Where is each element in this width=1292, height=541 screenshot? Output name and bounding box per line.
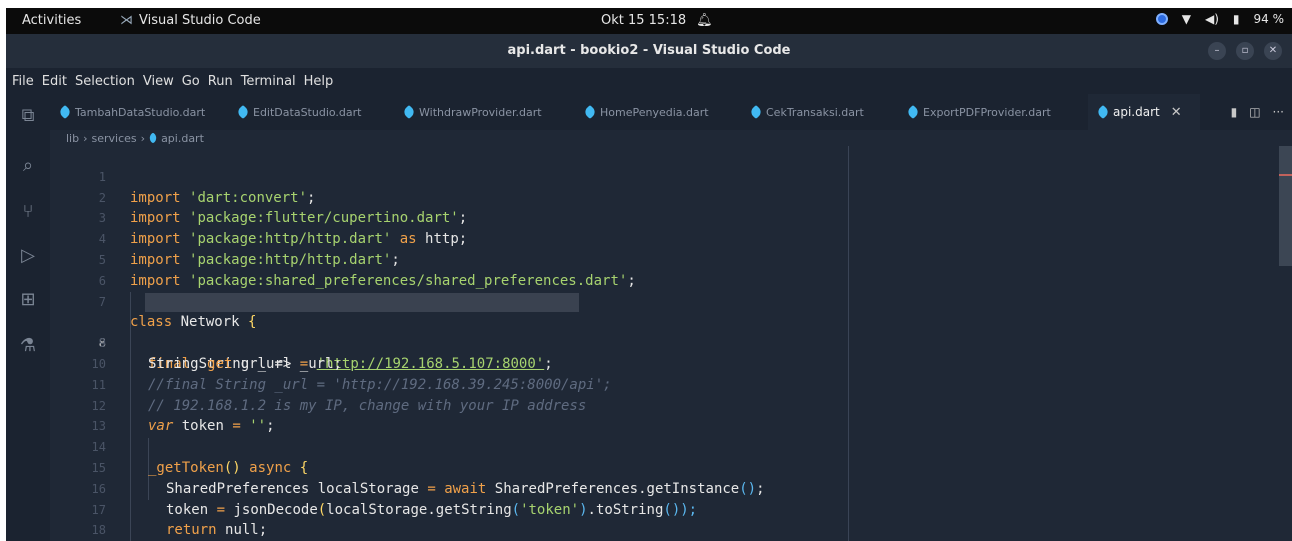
code-line[interactable]: 3 import 'package:http/http.dart' as htt… (50, 188, 1280, 247)
tab-label: HomePenyedia.dart (600, 105, 709, 119)
code-line[interactable]: 15 SharedPreferences localStorage = awai… (50, 437, 1280, 497)
tab-withdrawprovider[interactable]: WithdrawProvider.dart (394, 94, 575, 130)
explorer-icon[interactable]: ⧉ (16, 104, 40, 128)
dart-file-icon (401, 104, 417, 120)
dart-file-icon (905, 104, 921, 120)
code-line-current[interactable]: 8 final String _url = 'http://192.168.5.… (50, 292, 1280, 372)
editor-tab-bar: TambahDataStudio.dart EditDataStudio.dar… (50, 94, 1292, 130)
notification-bell-icon: 🔔︎ (696, 13, 713, 28)
run-file-icon[interactable]: ▮ (1231, 105, 1238, 119)
breadcrumb-item-lib[interactable]: lib (66, 132, 79, 145)
system-top-bar: Activities ⋊ Visual Studio Code Okt 15 1… (6, 8, 1292, 34)
menu-help[interactable]: Help (304, 74, 334, 89)
editor-ruler (848, 146, 849, 541)
activities-button[interactable]: Activities (22, 13, 81, 28)
breadcrumb-separator-icon: › (83, 131, 88, 145)
breadcrumb-item-file[interactable]: api.dart (161, 132, 204, 145)
vertical-scrollbar[interactable] (1279, 146, 1292, 266)
menu-selection[interactable]: Selection (75, 74, 135, 89)
code-line[interactable]: 12 var token = ''; (50, 375, 1280, 435)
tab-tambahdatastudio[interactable]: TambahDataStudio.dart (50, 94, 228, 130)
app-name: Visual Studio Code (139, 13, 261, 28)
code-line[interactable]: 13 (50, 396, 1280, 433)
clock[interactable]: Okt 15 15:18 🔔︎ (601, 13, 713, 28)
code-line[interactable]: 6 (50, 250, 1280, 288)
tab-label: TambahDataStudio.dart (75, 105, 206, 119)
clock-label: Okt 15 15:18 (601, 13, 687, 28)
tab-homepenyedia[interactable]: HomePenyedia.dart (575, 94, 741, 130)
scrollbar-marker (1279, 174, 1292, 176)
code-line[interactable]: 9 String get url => _url; (50, 312, 1280, 372)
breadcrumb-separator-icon: › (140, 131, 146, 145)
tab-label: CekTransaksi.dart (766, 105, 864, 119)
code-line[interactable]: 18 } (50, 500, 1280, 537)
vscode-icon: ⋊ (120, 13, 133, 28)
dart-file-icon (235, 104, 251, 120)
code-line[interactable]: 14 _getToken() async { (50, 416, 1280, 476)
dart-file-icon (582, 104, 598, 120)
code-line[interactable]: 5 import 'package:shared_preferences/sha… (50, 229, 1280, 289)
app-menu[interactable]: ⋊ Visual Studio Code (120, 13, 261, 28)
source-control-icon[interactable]: ⑂ (16, 200, 40, 224)
breadcrumb-item-services[interactable]: services (92, 132, 137, 145)
window-title: api.dart - bookio2 - Visual Studio Code (507, 43, 791, 58)
menu-go[interactable]: Go (182, 74, 200, 89)
code-line[interactable]: 19 (50, 520, 1280, 541)
accessibility-icon[interactable] (1155, 13, 1168, 25)
restore-button[interactable]: ▫ (1236, 42, 1254, 60)
activity-bar: ⧉ ⌕ ⑂ ▷ ⊞ ⚗ (6, 94, 50, 541)
screen: Activities ⋊ Visual Studio Code Okt 15 1… (6, 8, 1292, 541)
window-title-bar: api.dart - bookio2 - Visual Studio Code … (6, 34, 1292, 68)
code-line[interactable]: 2 import 'package:flutter/cupertino.dart… (50, 167, 1280, 227)
tab-label: ExportPDFProvider.dart (923, 105, 1051, 119)
minimize-button[interactable]: – (1208, 42, 1226, 60)
more-actions-icon[interactable]: ··· (1273, 105, 1284, 119)
code-line[interactable]: 4 import 'package:http/http.dart'; (50, 208, 1280, 268)
dart-file-icon (57, 104, 73, 120)
dart-file-icon (147, 132, 159, 144)
system-tray[interactable]: ▼ ◀) ▮ 94 % (1155, 12, 1285, 26)
menu-edit[interactable]: Edit (42, 74, 67, 89)
code-editor[interactable]: 1 import 'dart:convert'; 2 import 'packa… (50, 146, 1292, 541)
code-line[interactable]: 1 import 'dart:convert'; (50, 146, 1280, 206)
run-debug-icon[interactable]: ▷ (16, 244, 40, 268)
tab-cektransaksi[interactable]: CekTransaksi.dart (741, 94, 898, 130)
dart-file-icon (748, 104, 764, 120)
menu-run[interactable]: Run (208, 74, 233, 89)
menu-terminal[interactable]: Terminal (241, 74, 296, 89)
code-line[interactable]: 7 class Network { (50, 271, 1280, 331)
code-line[interactable]: 16 token = jsonDecode(localStorage.getSt… (50, 458, 1280, 518)
extensions-icon[interactable]: ⊞ (16, 288, 40, 312)
testing-icon[interactable]: ⚗ (16, 334, 40, 358)
tab-label: WithdrawProvider.dart (419, 105, 542, 119)
tab-exportpdfprovider[interactable]: ExportPDFProvider.dart (898, 94, 1088, 130)
tab-label: api.dart (1113, 105, 1160, 119)
menu-view[interactable]: View (143, 74, 174, 89)
volume-icon: ◀) (1204, 12, 1219, 26)
search-icon[interactable]: ⌕ (16, 154, 40, 178)
dart-file-icon (1095, 104, 1111, 120)
tab-editdatastudio[interactable]: EditDataStudio.dart (228, 94, 394, 130)
tab-api[interactable]: api.dart ✕ (1088, 94, 1200, 130)
menu-bar: File Edit Selection View Go Run Terminal… (6, 68, 1292, 94)
battery-icon: ▮ (1232, 12, 1240, 26)
menu-file[interactable]: File (12, 74, 34, 89)
battery-percent: 94 % (1253, 12, 1285, 26)
tab-label: EditDataStudio.dart (253, 105, 362, 119)
code-line[interactable]: 11 // 192.168.1.2 is my IP, change with … (50, 354, 1280, 414)
close-tab-icon[interactable]: ✕ (1171, 105, 1182, 120)
wifi-icon: ▼ (1181, 12, 1191, 26)
breadcrumb: lib › services › api.dart (66, 130, 204, 146)
current-line-highlight (145, 292, 579, 312)
split-editor-icon[interactable]: ◫ (1249, 105, 1260, 119)
close-window-button[interactable]: ✕ (1264, 42, 1282, 60)
code-line[interactable]: 10 //final String _url = 'http://192.168… (50, 333, 1280, 393)
code-line[interactable]: 17 return null; (50, 479, 1280, 539)
